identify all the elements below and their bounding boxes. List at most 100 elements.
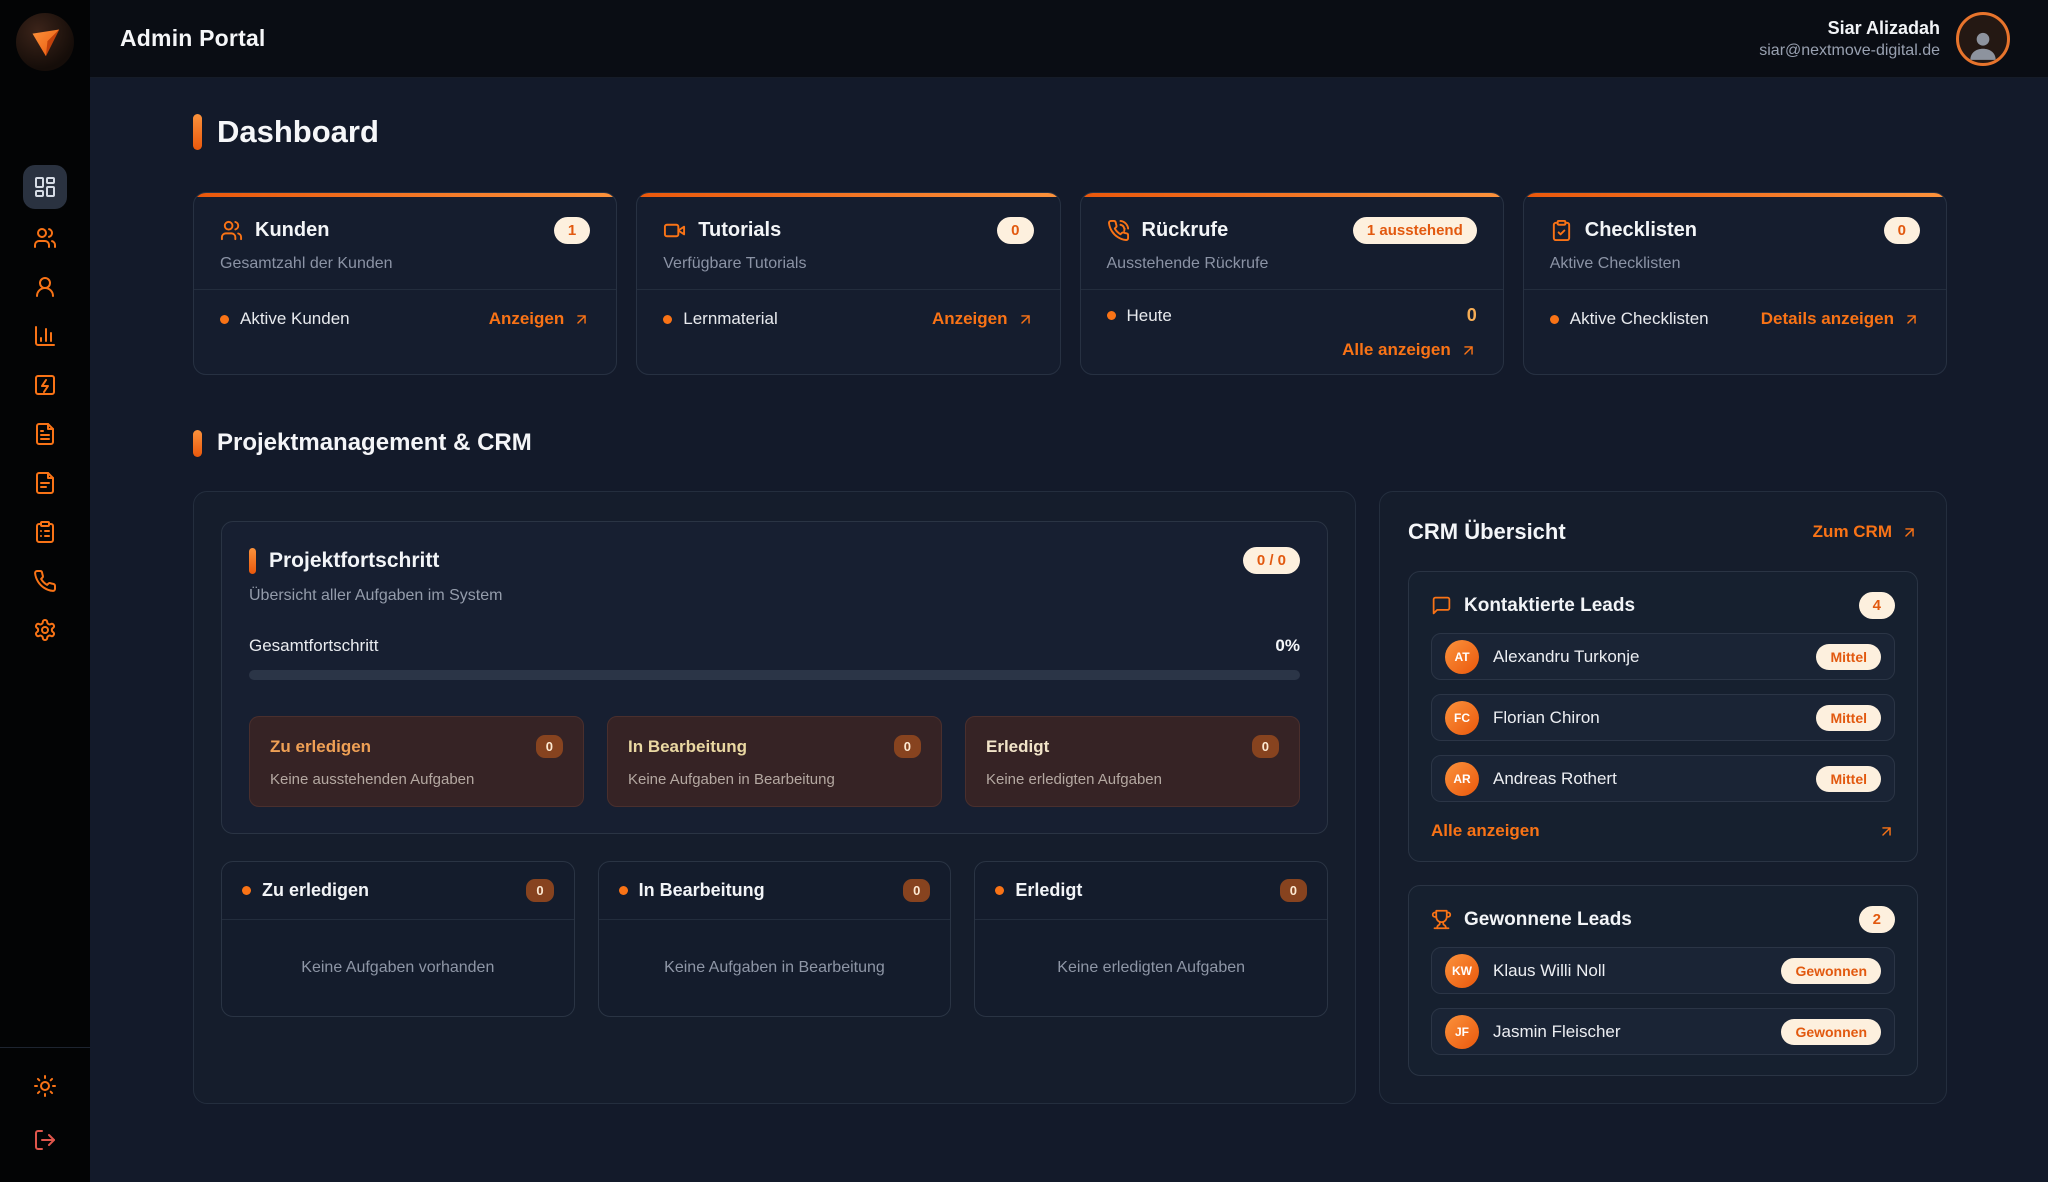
won-count-badge: 2 xyxy=(1859,906,1895,933)
sidebar-item-statistics[interactable] xyxy=(33,324,57,348)
count-badge: 1 xyxy=(554,217,590,244)
row-label: Lernmaterial xyxy=(683,309,778,329)
stat-cards-row: Kunden 1 Gesamtzahl der Kunden Aktive Ku… xyxy=(193,192,1947,375)
kanban-count-badge: 0 xyxy=(903,879,930,902)
task-ratio-badge: 0 / 0 xyxy=(1243,547,1300,574)
progress-bar xyxy=(249,670,1300,680)
lead-name: Alexandru Turkonje xyxy=(1493,647,1639,667)
sidebar-item-customers[interactable] xyxy=(33,226,57,250)
progress-label: Gesamtfortschritt xyxy=(249,636,378,656)
empty-state-text: Keine Aufgaben in Bearbeitung xyxy=(664,959,885,977)
bullet-dot xyxy=(242,886,251,895)
app-logo[interactable] xyxy=(16,13,74,71)
section-accent-bar xyxy=(193,430,202,457)
stat-card-kunden: Kunden 1 Gesamtzahl der Kunden Aktive Ku… xyxy=(193,192,617,375)
stat-card-tutorials: Tutorials 0 Verfügbare Tutorials Lernmat… xyxy=(636,192,1060,375)
section-title: Projektmanagement & CRM xyxy=(217,429,532,457)
card-subtitle: Gesamtzahl der Kunden xyxy=(220,255,590,273)
crm-title: CRM Übersicht xyxy=(1408,519,1566,545)
sidebar-item-actions[interactable] xyxy=(33,373,57,397)
contacted-leads-section: Kontaktierte Leads 4 AT Alexandru Turkon… xyxy=(1408,571,1918,862)
avatar: FC xyxy=(1445,701,1479,735)
status-subtitle: Keine erledigten Aufgaben xyxy=(986,771,1279,788)
kanban-card-done: Erledigt 0 Keine erledigten Aufgaben xyxy=(974,861,1328,1017)
status-count-badge: 0 xyxy=(894,735,921,758)
lead-status-badge: Gewonnen xyxy=(1781,958,1881,984)
card-subtitle: Ausstehende Rückrufe xyxy=(1107,255,1477,273)
status-summary-row: Zu erledigen 0 Keine ausstehenden Aufgab… xyxy=(249,716,1300,807)
status-box-in-progress: In Bearbeitung 0 Keine Aufgaben in Bearb… xyxy=(607,716,942,807)
card-title: Tutorials xyxy=(698,219,781,242)
video-icon xyxy=(663,219,686,242)
user-email: siar@nextmove-digital.de xyxy=(1759,42,1940,60)
logout-button[interactable] xyxy=(33,1128,57,1152)
bullet-dot xyxy=(663,315,672,324)
trophy-icon xyxy=(1431,909,1452,930)
sidebar-item-notes[interactable] xyxy=(33,471,57,495)
avatar: JF xyxy=(1445,1015,1479,1049)
arrow-up-right-icon xyxy=(573,311,590,328)
link-label: Anzeigen xyxy=(932,309,1008,329)
clipboard-check-icon xyxy=(1550,219,1573,242)
zum-crm-link[interactable]: Zum CRM xyxy=(1813,522,1918,542)
progress-value: 0% xyxy=(1275,636,1300,656)
bullet-dot xyxy=(995,886,1004,895)
bullet-dot xyxy=(220,315,229,324)
status-label: Erledigt xyxy=(986,737,1049,757)
theme-toggle-sun-icon[interactable] xyxy=(33,1074,57,1098)
row-label: Aktive Kunden xyxy=(240,309,350,329)
lead-row[interactable]: FC Florian Chiron Mittel xyxy=(1431,694,1895,741)
alle-anzeigen-link[interactable]: Alle anzeigen xyxy=(1342,340,1477,360)
person-silhouette-icon xyxy=(1964,25,2002,63)
details-anzeigen-link[interactable]: Details anzeigen xyxy=(1761,309,1920,329)
avatar: KW xyxy=(1445,954,1479,988)
row-label: Aktive Checklisten xyxy=(1570,309,1709,329)
sidebar-item-users[interactable] xyxy=(33,275,57,299)
kanban-row: Zu erledigen 0 Keine Aufgaben vorhanden … xyxy=(221,861,1328,1017)
row-label: Heute xyxy=(1127,306,1172,326)
user-name: Siar Alizadah xyxy=(1759,18,1940,39)
sidebar xyxy=(0,0,90,1182)
crm-panel: CRM Übersicht Zum CRM Kontaktierte Leads… xyxy=(1379,491,1947,1104)
kanban-label: Zu erledigen xyxy=(262,880,369,901)
arrow-up-right-icon xyxy=(1901,524,1918,541)
title-accent-bar xyxy=(193,114,202,150)
won-leads-title: Gewonnene Leads xyxy=(1464,909,1632,931)
link-label: Anzeigen xyxy=(489,309,565,329)
lead-row[interactable]: KW Klaus Willi Noll Gewonnen xyxy=(1431,947,1895,994)
top-header: Admin Portal Siar Alizadah siar@nextmove… xyxy=(90,0,2048,78)
sidebar-item-documents[interactable] xyxy=(33,422,57,446)
kanban-count-badge: 0 xyxy=(1280,879,1307,902)
status-label: In Bearbeitung xyxy=(628,737,747,757)
sidebar-item-settings[interactable] xyxy=(33,618,57,642)
project-panel: Projektfortschritt 0 / 0 Übersicht aller… xyxy=(193,491,1356,1104)
lead-row[interactable]: AR Andreas Rothert Mittel xyxy=(1431,755,1895,802)
status-count-badge: 0 xyxy=(1252,735,1279,758)
layout-dashboard-icon xyxy=(33,175,57,199)
status-box-todo: Zu erledigen 0 Keine ausstehenden Aufgab… xyxy=(249,716,584,807)
lead-row[interactable]: AT Alexandru Turkonje Mittel xyxy=(1431,633,1895,680)
contacted-count-badge: 4 xyxy=(1859,592,1895,619)
app-title: Admin Portal xyxy=(120,25,266,52)
card-title: Checklisten xyxy=(1585,219,1697,242)
stat-card-checklisten: Checklisten 0 Aktive Checklisten Aktive … xyxy=(1523,192,1947,375)
kanban-label: Erledigt xyxy=(1015,880,1082,901)
anzeigen-link[interactable]: Anzeigen xyxy=(489,309,591,329)
avatar: AT xyxy=(1445,640,1479,674)
sidebar-item-checklists[interactable] xyxy=(33,520,57,544)
empty-state-text: Keine erledigten Aufgaben xyxy=(1057,959,1245,977)
lead-status-badge: Mittel xyxy=(1816,644,1881,670)
alle-anzeigen-link[interactable]: Alle anzeigen xyxy=(1431,821,1540,841)
logo-arrow-icon xyxy=(25,22,65,62)
sidebar-item-callbacks[interactable] xyxy=(33,569,57,593)
project-card-subtitle: Übersicht aller Aufgaben im System xyxy=(249,587,1300,605)
arrow-up-right-icon[interactable] xyxy=(1878,823,1895,840)
card-subtitle: Verfügbare Tutorials xyxy=(663,255,1033,273)
lead-row[interactable]: JF Jasmin Fleischer Gewonnen xyxy=(1431,1008,1895,1055)
card-title: Kunden xyxy=(255,219,329,242)
sidebar-item-dashboard[interactable] xyxy=(23,165,67,209)
card-accent-bar xyxy=(249,548,256,574)
anzeigen-link[interactable]: Anzeigen xyxy=(932,309,1034,329)
sidebar-footer xyxy=(0,1047,90,1182)
user-avatar[interactable] xyxy=(1956,12,2010,66)
